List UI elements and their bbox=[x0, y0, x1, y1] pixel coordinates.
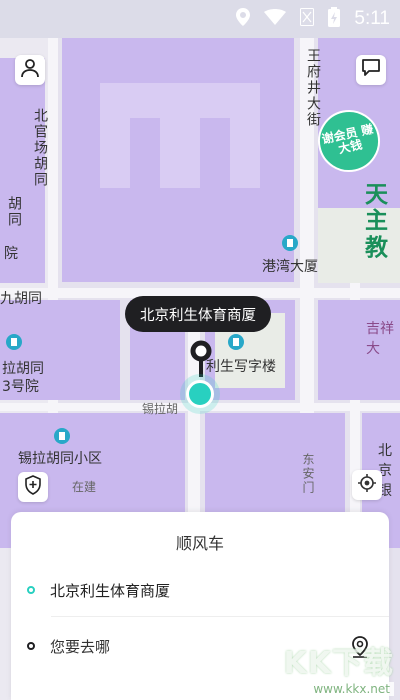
message-button[interactable] bbox=[356, 55, 386, 85]
map-label: 天主教 bbox=[365, 182, 388, 261]
panel-title: 顺风车 bbox=[175, 534, 224, 553]
map-label: 拉胡同 bbox=[2, 361, 44, 377]
watermark-url: www.kkx.net bbox=[283, 682, 394, 696]
location-icon bbox=[236, 8, 251, 30]
building-icon bbox=[54, 428, 70, 444]
building-icon bbox=[228, 334, 244, 350]
map-label: 吉祥大 bbox=[366, 321, 394, 357]
origin-dot-icon bbox=[27, 586, 35, 594]
safety-button[interactable] bbox=[18, 472, 48, 502]
locate-me-button[interactable] bbox=[352, 470, 382, 500]
location-callout[interactable]: 北京利生体育商厦 bbox=[125, 296, 271, 332]
building-icon bbox=[6, 334, 22, 350]
status-bar: 5:11 bbox=[0, 0, 400, 38]
status-time: 5:11 bbox=[354, 8, 390, 29]
map-label: 锡拉胡 bbox=[142, 402, 179, 416]
message-icon bbox=[361, 59, 381, 81]
destination-input[interactable]: 您要去哪 bbox=[50, 636, 110, 657]
map-block bbox=[100, 83, 260, 188]
map-label: 利生写字楼 bbox=[206, 359, 276, 375]
map-label: 胡同 bbox=[6, 196, 22, 228]
map-label: 王府井大街 bbox=[305, 48, 321, 128]
current-location-dot bbox=[186, 380, 214, 408]
map-label: 东安门 bbox=[301, 453, 315, 495]
shield-plus-icon bbox=[24, 475, 42, 499]
map-label: 锡拉胡同小区 bbox=[18, 451, 102, 467]
building-icon bbox=[282, 235, 298, 251]
map-label: 北官场胡同 bbox=[32, 108, 48, 188]
map-block bbox=[130, 118, 160, 203]
map-label: 3号院 bbox=[2, 379, 39, 395]
user-profile-button[interactable] bbox=[15, 55, 45, 85]
watermark: KK下载 www.kkx.net bbox=[283, 638, 394, 696]
wifi-icon bbox=[264, 9, 287, 29]
map-block bbox=[200, 118, 230, 203]
pickup-pin-icon bbox=[190, 340, 212, 384]
destination-dot-icon bbox=[27, 642, 35, 650]
map-label: 在建 bbox=[72, 480, 97, 494]
sim-icon bbox=[300, 8, 315, 30]
watermark-logo: KK下载 bbox=[283, 646, 394, 681]
origin-text: 北京利生体育商厦 bbox=[50, 581, 171, 600]
origin-row[interactable]: 北京利生体育商厦 bbox=[11, 570, 389, 610]
user-icon bbox=[20, 58, 40, 82]
map-label: 港湾大厦 bbox=[262, 259, 318, 275]
locate-icon bbox=[357, 473, 377, 497]
map-label: 院 bbox=[4, 246, 18, 262]
divider bbox=[51, 616, 389, 617]
map-label: 九胡同 bbox=[0, 291, 42, 307]
battery-charging-icon bbox=[328, 7, 341, 31]
